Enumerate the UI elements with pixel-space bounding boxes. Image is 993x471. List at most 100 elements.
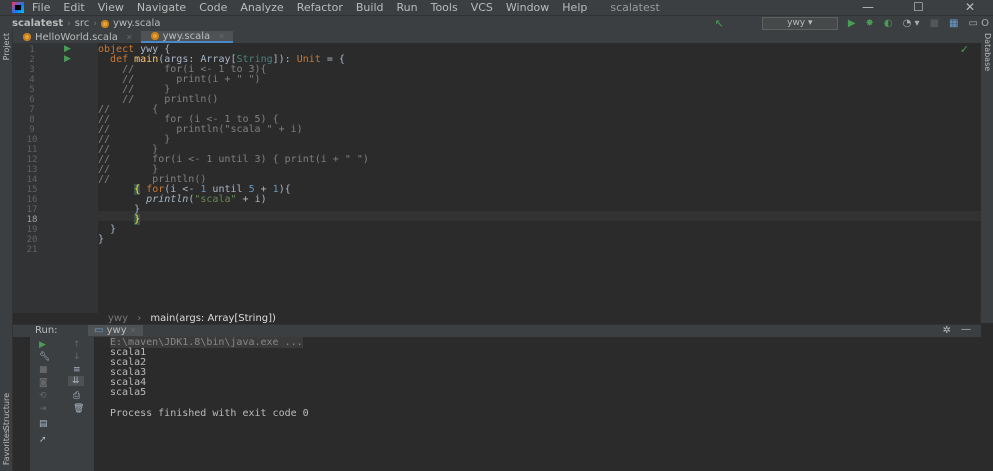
menu-window[interactable]: Window [506, 1, 549, 14]
terminal-icon[interactable]: ▭ O [969, 18, 990, 29]
layout-icon[interactable]: ▤ [39, 419, 48, 429]
window-title: scalatest [610, 1, 660, 14]
line-number: 21 [26, 245, 38, 255]
restore-layout-icon[interactable]: ⟲ [39, 391, 47, 401]
menu-edit[interactable]: Edit [63, 1, 84, 14]
line-number: 16 [26, 195, 38, 205]
maximize-icon[interactable]: ☐ [913, 0, 924, 14]
minimize-icon[interactable]: — [862, 0, 874, 14]
structure-tool-button[interactable]: Structure [2, 393, 11, 430]
scala-file-icon [100, 19, 109, 28]
run-gutter-icon[interactable]: ▶ [64, 44, 71, 54]
database-tool-button[interactable]: Database [983, 33, 992, 71]
profile-icon[interactable]: ◔ ▾ [903, 18, 920, 29]
run-label: Run: [35, 325, 58, 336]
toolbar: ↖ ywy ▾ ▶ ✸ ◐ ◔ ▾ ■ ▦ ▭ O [715, 16, 993, 31]
chevron-right-icon: › [67, 18, 71, 29]
console-line: Process finished with exit code 0 [110, 408, 309, 419]
scroll-down-icon[interactable]: ↓ [73, 352, 81, 362]
menu-code[interactable]: Code [199, 1, 227, 14]
line-number: 18 [26, 215, 38, 225]
line-number: 8 [29, 115, 35, 125]
nav-file[interactable]: ywy.scala [113, 18, 161, 29]
tab-helloworld[interactable]: HelloWorld.scala ✕ [13, 31, 141, 43]
settings-gear-icon[interactable]: ✲ [943, 325, 951, 336]
debug-icon[interactable]: ✸ [866, 18, 874, 29]
menu-vcs[interactable]: VCS [471, 1, 493, 14]
navigation-bar: scalatest › src › ywy.scala ↖ ywy ▾ ▶ ✸ … [0, 15, 993, 31]
editor-breadcrumb: ywy › main(args: Array[String]) [98, 313, 981, 324]
hide-panel-icon[interactable]: — [961, 324, 971, 335]
line-number: 11 [26, 145, 38, 155]
scroll-to-end-icon[interactable]: ⇊ [68, 376, 84, 386]
rerun-icon[interactable]: ▶ [39, 340, 46, 350]
tab-ywy[interactable]: ywy.scala ✕ [140, 31, 233, 43]
menu-build[interactable]: Build [356, 1, 384, 14]
nav-src[interactable]: src [75, 18, 90, 29]
project-structure-icon[interactable]: ▦ [949, 18, 958, 29]
scala-file-icon [23, 33, 31, 41]
menu-tools[interactable]: Tools [431, 1, 458, 14]
print-icon[interactable]: ⎙ [73, 391, 80, 401]
nav-project[interactable]: scalatest [12, 18, 63, 29]
scroll-up-icon[interactable]: ↑ [73, 340, 81, 350]
breadcrumb-object[interactable]: ywy [108, 313, 128, 324]
close-tab-icon[interactable]: ✕ [126, 33, 133, 42]
scala-file-icon [150, 32, 159, 40]
wrench-icon[interactable]: 🔧︎ [39, 352, 50, 362]
run-icon[interactable]: ▶ [848, 18, 856, 29]
code-line-20: } [98, 234, 105, 245]
console-icon: ▭ [94, 325, 104, 336]
line-number: 4 [29, 75, 35, 85]
line-number: 2 [29, 55, 35, 65]
run-tab-ywy[interactable]: ▭ ywy ✕ [88, 325, 143, 336]
line-number: 19 [26, 225, 38, 235]
close-tab-icon[interactable]: ✕ [130, 326, 137, 335]
line-number: 20 [26, 235, 38, 245]
soft-wrap-icon[interactable]: ≡ [73, 365, 81, 375]
line-number: 12 [26, 155, 38, 165]
breadcrumb-method[interactable]: main(args: Array[String]) [150, 313, 276, 324]
line-number: 3 [29, 65, 35, 75]
line-number: 6 [29, 95, 35, 105]
project-tool-button[interactable]: Project [2, 33, 11, 60]
favorites-tool-button[interactable]: Favorites [2, 429, 11, 465]
chevron-right-icon: › [137, 313, 142, 324]
intellij-logo-icon [12, 2, 24, 13]
chevron-right-icon: › [93, 18, 97, 29]
menu-refactor[interactable]: Refactor [297, 1, 343, 14]
run-toolbar: ▶ ↑ 🔧︎ ↓ ■ ≡ ◙ ⇊ ⟲ ⎙ ⇥ 🗑︎ ▤ ➚ [30, 337, 94, 471]
line-number: 10 [26, 135, 38, 145]
close-tab-icon[interactable]: ✕ [218, 32, 225, 41]
stop-icon[interactable]: ■ [39, 365, 48, 375]
pin-icon[interactable]: ➚ [39, 435, 47, 445]
menu-navigate[interactable]: Navigate [137, 1, 186, 14]
build-hammer-icon[interactable]: ↖ [715, 17, 724, 30]
menu-run[interactable]: Run [397, 1, 418, 14]
menu-view[interactable]: View [98, 1, 124, 14]
line-number: 9 [29, 125, 35, 135]
menu-bar: File Edit View Navigate Code Analyze Ref… [0, 0, 993, 15]
stop-icon[interactable]: ■ [930, 18, 939, 29]
line-number: 5 [29, 85, 35, 95]
run-config-select[interactable]: ywy ▾ [761, 17, 838, 30]
line-number: 17 [26, 205, 38, 215]
console-line: scala5 [110, 387, 147, 398]
left-tool-strip: Project Structure Favorites [0, 31, 13, 471]
menu-analyze[interactable]: Analyze [240, 1, 283, 14]
run-gutter-icon[interactable]: ▶ [64, 54, 71, 64]
run-panel-header: Run: ▭ ywy ✕ ✲ — [13, 324, 981, 337]
code-editor[interactable]: object ywy { def main(args: Array[String… [98, 43, 981, 313]
line-number: 7 [29, 105, 35, 115]
console-output[interactable]: E:\maven\JDK1.8\bin\java.exe ... scala1 … [95, 337, 981, 471]
menu-file[interactable]: File [32, 1, 50, 14]
clear-icon[interactable]: 🗑︎ [73, 404, 84, 414]
line-number: 14 [26, 175, 38, 185]
coverage-icon[interactable]: ◐ [884, 18, 893, 29]
menu-help[interactable]: Help [562, 1, 587, 14]
camera-icon[interactable]: ◙ [39, 378, 48, 388]
line-number: 15 [26, 185, 38, 195]
exit-icon[interactable]: ⇥ [39, 404, 47, 414]
close-icon[interactable]: ✕ [965, 0, 975, 14]
line-number: 13 [26, 165, 38, 175]
